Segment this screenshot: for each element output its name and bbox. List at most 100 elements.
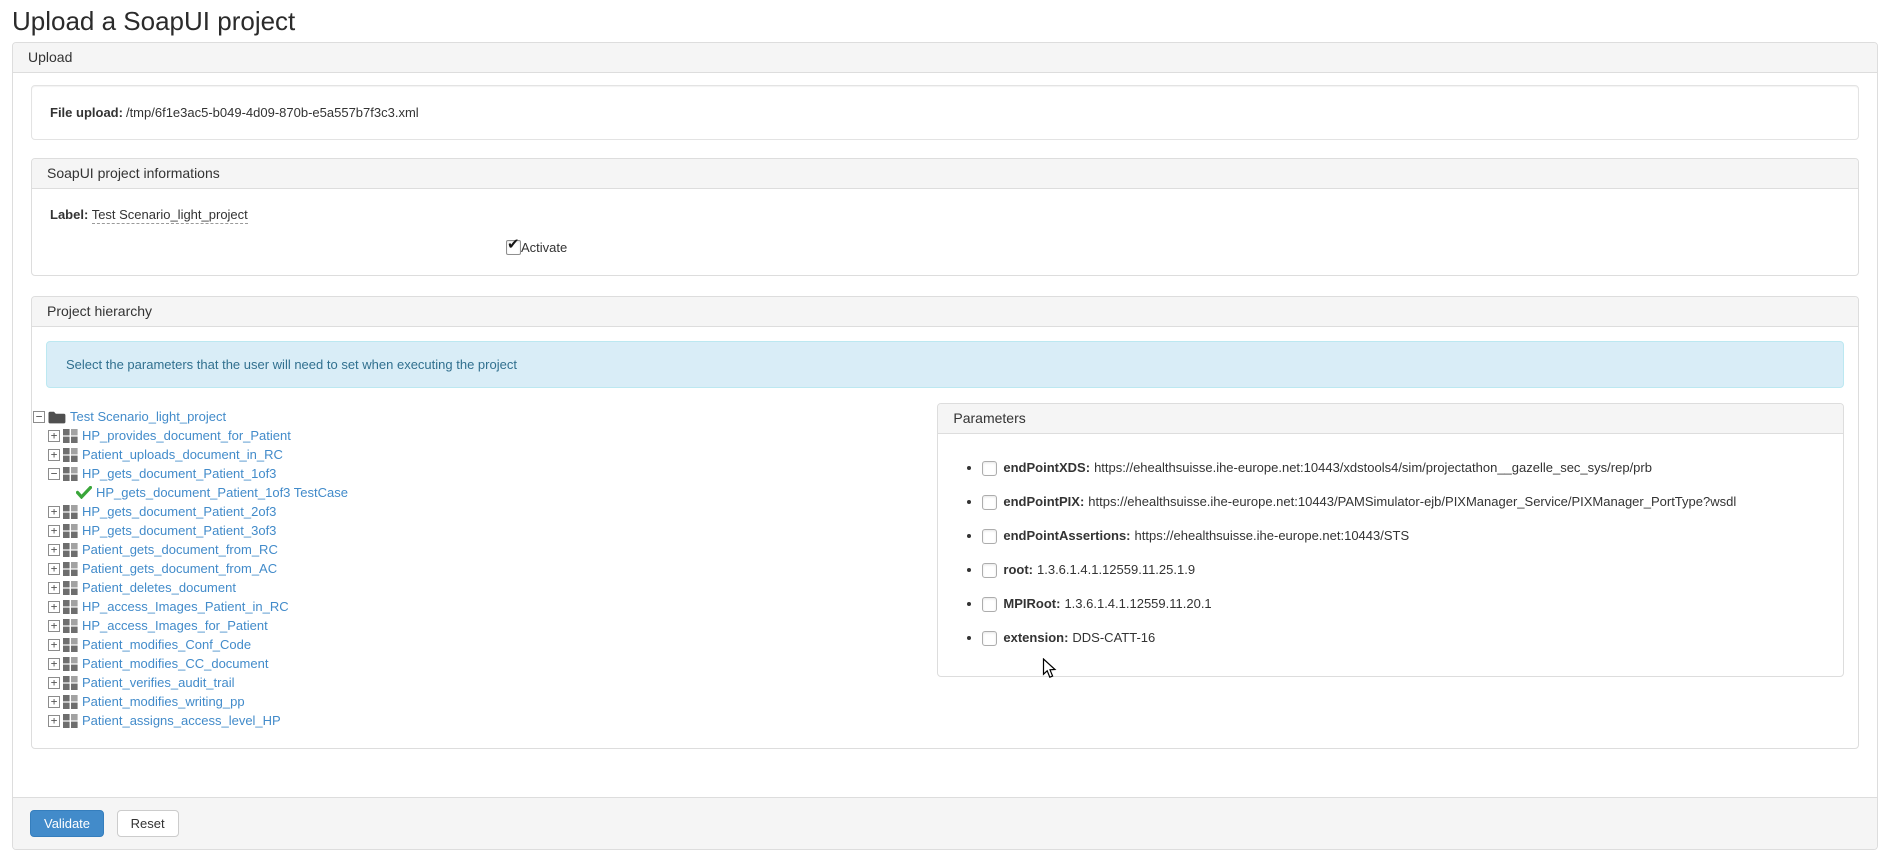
expand-icon[interactable]: + <box>48 448 60 461</box>
collapse-icon[interactable]: − <box>33 410 45 423</box>
tree-item-label[interactable]: Patient_modifies_writing_pp <box>82 694 245 709</box>
tree-item-label[interactable]: HP_provides_document_for_Patient <box>82 428 291 443</box>
expand-icon[interactable]: + <box>48 619 60 632</box>
upload-soapui-page: Upload a SoapUI project Upload File uplo… <box>0 0 1890 850</box>
parameter-checkbox[interactable] <box>982 494 998 510</box>
upload-panel-body: File upload:/tmp/6f1e3ac5-b049-4d09-870b… <box>13 73 1877 797</box>
tree-item: + Patient_assigns_access_level_HP <box>33 711 937 730</box>
tree-item: − HP_gets_document_Patient_1of3 <box>33 464 937 483</box>
parameter-value: 1.3.6.1.4.1.12559.11.25.1.9 <box>1037 562 1196 577</box>
form-footer: Validate Reset <box>13 797 1877 849</box>
expand-icon[interactable]: + <box>48 714 60 727</box>
parameter-name: extension: <box>1003 630 1069 645</box>
expand-icon[interactable]: + <box>48 581 60 594</box>
parameter-value: https://ehealthsuisse.ihe-europe.net:104… <box>1134 528 1410 543</box>
expand-icon[interactable]: + <box>48 638 60 651</box>
tree-item: + HP_gets_document_Patient_2of3 <box>33 502 937 521</box>
collapse-icon[interactable]: − <box>48 467 60 480</box>
tree-item-label[interactable]: HP_access_Images_Patient_in_RC <box>82 599 289 614</box>
parameter-value: https://ehealthsuisse.ihe-europe.net:104… <box>1088 494 1737 509</box>
expand-icon[interactable]: + <box>48 695 60 708</box>
expand-icon[interactable]: + <box>48 600 60 613</box>
activate-checkbox[interactable]: ✔ <box>506 237 521 255</box>
tree-item-label[interactable]: HP_gets_document_Patient_2of3 <box>82 504 276 519</box>
tree-item: + HP_gets_document_Patient_3of3 <box>33 521 937 540</box>
parameter-name: endPointPIX: <box>1003 494 1085 509</box>
parameter-item: extension: DDS-CATT-16 <box>967 628 1828 648</box>
parameters-column: Parameters endPointXDS: https://ehealthsu… <box>937 403 1844 697</box>
tree-item-label[interactable]: Patient_gets_document_from_RC <box>82 542 278 557</box>
tree-item: + Patient_modifies_CC_document <box>33 654 937 673</box>
tree-item-label[interactable]: HP_access_Images_for_Patient <box>82 618 268 633</box>
expand-icon[interactable]: + <box>48 562 60 575</box>
tree-item: + HP_access_Images_Patient_in_RC <box>33 597 937 616</box>
parameter-name: root: <box>1003 562 1033 577</box>
tree-item-label[interactable]: HP_gets_document_Patient_1of3 TestCase <box>96 485 348 500</box>
tree-item-label[interactable]: Patient_deletes_document <box>82 580 236 595</box>
project-label-row: Label: Test Scenario_light_project <box>50 206 1840 224</box>
file-upload-label: File upload: <box>50 105 123 120</box>
project-info-body: Label: Test Scenario_light_project ✔ Act… <box>32 189 1858 275</box>
project-hierarchy-body: Select the parameters that the user will… <box>32 327 1858 748</box>
parameter-checkbox[interactable] <box>982 596 998 612</box>
testsuite-icon <box>63 599 78 614</box>
testsuite-icon <box>63 694 78 709</box>
expand-icon[interactable]: + <box>48 676 60 689</box>
parameter-name: MPIRoot: <box>1003 596 1061 611</box>
expand-icon[interactable]: + <box>48 543 60 556</box>
hierarchy-columns: − Test Scenario_light_project + HP_provides… <box>33 403 1844 730</box>
testsuite-icon <box>63 466 78 481</box>
testsuite-icon <box>63 713 78 728</box>
file-upload-well: File upload:/tmp/6f1e3ac5-b049-4d09-870b… <box>31 85 1859 140</box>
parameters-panel: Parameters endPointXDS: https://ehealthsu… <box>937 403 1844 677</box>
parameter-value: DDS-CATT-16 <box>1072 630 1156 645</box>
bullet-icon <box>967 602 972 606</box>
expand-icon[interactable]: + <box>48 657 60 670</box>
testsuite-icon <box>63 542 78 557</box>
tree-item: + Patient_uploads_document_in_RC <box>33 445 937 464</box>
parameter-checkbox[interactable] <box>982 460 998 476</box>
testsuite-icon <box>63 561 78 576</box>
tree-item-label[interactable]: Patient_modifies_Conf_Code <box>82 637 251 652</box>
parameter-item: endPointXDS: https://ehealthsuisse.ihe-eu… <box>967 458 1828 478</box>
expand-icon[interactable]: + <box>48 429 60 442</box>
tree-item-label[interactable]: HP_gets_document_Patient_1of3 <box>82 466 276 481</box>
page-title: Upload a SoapUI project <box>12 6 296 36</box>
project-hierarchy-heading: Project hierarchy <box>32 297 1858 327</box>
testsuite-icon <box>63 504 78 519</box>
project-hierarchy-panel: Project hierarchy Select the parameters … <box>31 296 1859 749</box>
project-info-heading: SoapUI project informations <box>32 159 1858 189</box>
upload-panel: Upload File upload:/tmp/6f1e3ac5-b049-4d… <box>12 42 1878 850</box>
expand-icon[interactable]: + <box>48 524 60 537</box>
tree-item-label[interactable]: Test Scenario_light_project <box>70 409 226 424</box>
tree-item: + Patient_verifies_audit_trail <box>33 673 937 692</box>
info-alert: Select the parameters that the user will… <box>46 341 1844 388</box>
tree-item-label[interactable]: Patient_verifies_audit_trail <box>82 675 234 690</box>
tree-item-label[interactable]: Patient_modifies_CC_document <box>82 656 268 671</box>
expand-icon[interactable]: + <box>48 505 60 518</box>
parameters-heading: Parameters <box>938 404 1843 434</box>
tree-item-label[interactable]: HP_gets_document_Patient_3of3 <box>82 523 276 538</box>
parameter-checkbox[interactable] <box>982 528 998 544</box>
upload-panel-heading: Upload <box>13 43 1877 73</box>
mouse-cursor <box>1042 658 1057 678</box>
tree-item: + Patient_gets_document_from_AC <box>33 559 937 578</box>
testsuite-icon <box>63 675 78 690</box>
parameter-checkbox[interactable] <box>982 630 998 646</box>
label-value[interactable]: Test Scenario_light_project <box>91 207 248 224</box>
label-key: Label: <box>50 207 89 222</box>
reset-button[interactable]: Reset <box>116 810 179 837</box>
tree-item-label[interactable]: Patient_assigns_access_level_HP <box>82 713 281 728</box>
bullet-icon <box>967 568 972 572</box>
project-info-panel: SoapUI project informations Label: Test … <box>31 158 1859 276</box>
activate-label: Activate <box>521 240 568 255</box>
activate-row: ✔ Activate <box>506 237 1840 255</box>
parameter-item: endPointAssertions: https://ehealthsuisse… <box>967 526 1828 546</box>
validate-button[interactable]: Validate <box>30 810 105 837</box>
tree-item: + Patient_deletes_document <box>33 578 937 597</box>
parameter-checkbox[interactable] <box>982 562 998 578</box>
testsuite-icon <box>63 447 78 462</box>
tree-item-label[interactable]: Patient_uploads_document_in_RC <box>82 447 283 462</box>
tree-item-label[interactable]: Patient_gets_document_from_AC <box>82 561 277 576</box>
testsuite-icon <box>63 580 78 595</box>
